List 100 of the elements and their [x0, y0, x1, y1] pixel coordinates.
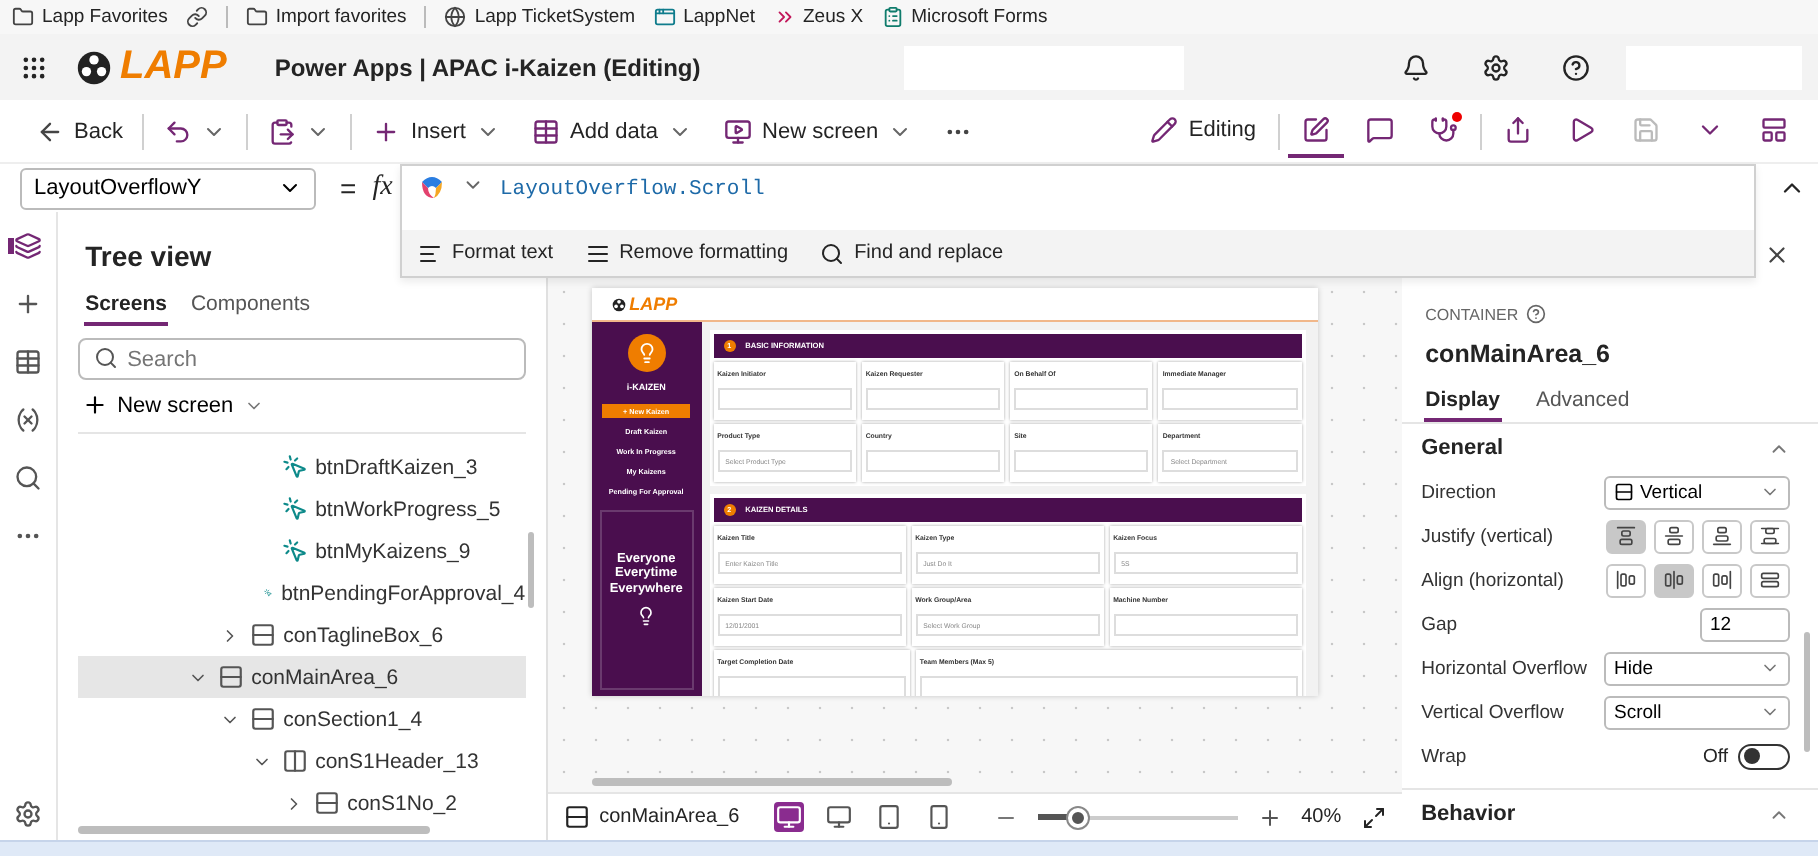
share-icon — [1504, 115, 1532, 143]
lapp-logo: LAPP — [611, 294, 678, 314]
tree-item[interactable]: conMainArea_6 — [77, 656, 526, 698]
tree-item[interactable]: conS1Header_13 — [77, 740, 526, 782]
bookmark[interactable]: Lapp Favorites — [12, 6, 168, 28]
bookmark[interactable]: Zeus X — [773, 6, 864, 28]
bookmark[interactable] — [185, 6, 208, 28]
monitor-button[interactable] — [823, 802, 854, 832]
lightbulb-icon — [636, 606, 657, 627]
zoom-level: 40% — [1301, 806, 1342, 828]
dropdown[interactable]: Scroll — [1604, 695, 1790, 729]
logo-mark-icon — [611, 297, 626, 311]
zoom-in-icon[interactable] — [1257, 805, 1282, 829]
dropdown[interactable]: Hide — [1604, 651, 1790, 685]
container-icon — [249, 622, 276, 648]
bookmark[interactable]: Lapp TicketSystem — [424, 6, 636, 28]
close-button[interactable] — [1764, 242, 1790, 268]
formula-action[interactable]: Remove formatting — [581, 237, 793, 269]
align-option[interactable] — [1606, 519, 1646, 553]
new-screen-button[interactable]: New screen — [77, 388, 526, 422]
scrollbar[interactable] — [527, 532, 534, 608]
tablet-button[interactable] — [873, 802, 904, 832]
command-button[interactable]: Back — [24, 111, 135, 151]
tree-item[interactable]: btnDraftKaizen_3 — [77, 446, 526, 488]
input-field[interactable] — [1162, 388, 1298, 410]
note-icon — [1302, 115, 1330, 143]
scrollbar[interactable] — [591, 778, 952, 786]
gap-input[interactable]: 12 — [1700, 607, 1790, 641]
layers-button[interactable] — [13, 232, 42, 260]
property-dropdown[interactable]: LayoutOverflowY — [20, 167, 316, 209]
settings-button[interactable] — [13, 800, 42, 828]
input-field[interactable] — [1113, 614, 1298, 636]
input-field[interactable] — [717, 388, 852, 410]
align-option[interactable] — [1654, 563, 1694, 597]
copilot-icon[interactable] — [418, 174, 446, 202]
table-icon — [13, 348, 42, 376]
alignment-icon — [1760, 570, 1780, 590]
tab[interactable]: Components — [188, 286, 313, 326]
editing-button[interactable]: Editing — [1136, 105, 1270, 157]
tree-item[interactable]: btnWorkProgress_5 — [77, 488, 526, 530]
section-header[interactable]: Behavior — [1401, 790, 1818, 838]
property-label: Direction — [1421, 481, 1497, 503]
search-field[interactable]: Search — [77, 338, 526, 380]
search-button[interactable] — [13, 464, 42, 492]
input-field[interactable] — [1014, 388, 1149, 410]
align-option[interactable] — [1606, 563, 1646, 597]
input-field[interactable] — [865, 450, 1001, 472]
command-button[interactable]: Add data — [519, 111, 705, 151]
align-option[interactable] — [1654, 519, 1694, 553]
container-icon — [249, 706, 276, 732]
alignment-icon — [1664, 570, 1684, 590]
plus-button[interactable] — [13, 290, 42, 318]
input-field[interactable] — [865, 388, 1001, 410]
tab[interactable]: Display — [1423, 382, 1502, 422]
equals-sign: = — [340, 172, 357, 204]
align-option[interactable] — [1750, 563, 1790, 597]
formula-action[interactable]: Find and replace — [816, 237, 1008, 269]
dropdown[interactable]: Vertical — [1604, 475, 1790, 509]
help-icon[interactable] — [1562, 53, 1591, 81]
bookmark[interactable]: Import favorites — [225, 6, 407, 28]
bell-icon[interactable] — [1402, 53, 1431, 81]
align-option[interactable] — [1702, 519, 1742, 553]
formula-editor[interactable]: LayoutOverflow.Scroll Format text Remove formatting Find and replace — [400, 164, 1756, 278]
tree-item[interactable]: conS1No_2 — [77, 782, 526, 822]
monitor-icon — [775, 804, 802, 830]
lines-icon — [585, 241, 610, 265]
settings-icon[interactable] — [1482, 53, 1511, 81]
command-button[interactable]: New screen — [712, 111, 925, 151]
tree-item[interactable]: btnMyKaizens_9 — [77, 530, 526, 572]
tree-item[interactable]: conTaglineBox_6 — [77, 614, 526, 656]
scrollbar[interactable] — [1804, 632, 1810, 752]
expand-icon[interactable] — [1361, 805, 1386, 829]
comment-icon — [1366, 115, 1394, 143]
tree-item[interactable]: conSection1_4 — [77, 698, 526, 740]
format-text-icon — [418, 241, 442, 265]
tree-item[interactable]: btnPendingForApproval_4 — [77, 572, 526, 614]
align-option[interactable] — [1702, 563, 1742, 597]
control-type: CONTAINER — [1425, 305, 1519, 323]
toggle-switch[interactable] — [1738, 743, 1790, 769]
arrow-left-icon — [36, 117, 64, 145]
undo-icon — [164, 117, 193, 145]
monitor-button[interactable] — [773, 802, 804, 832]
bookmark[interactable]: LappNet — [653, 6, 755, 28]
formula-action[interactable]: Format text — [414, 237, 558, 269]
tab[interactable]: Screens — [83, 286, 169, 326]
input-field[interactable] — [717, 676, 906, 696]
fx-label: fx — [372, 172, 393, 204]
command-button[interactable]: Insert — [360, 111, 512, 151]
input-field[interactable] — [919, 676, 1298, 696]
variable-button[interactable] — [13, 406, 42, 434]
input-field[interactable] — [1014, 450, 1149, 472]
table-button[interactable] — [13, 348, 42, 376]
bookmark[interactable]: Microsoft Forms — [881, 6, 1048, 28]
align-option[interactable] — [1750, 519, 1790, 553]
tab[interactable]: Advanced — [1533, 382, 1632, 422]
plus-icon — [13, 290, 42, 318]
settings-icon — [13, 800, 42, 828]
section-header[interactable]: General — [1401, 424, 1818, 472]
scrollbar[interactable] — [77, 826, 430, 834]
app-launcher-icon[interactable] — [20, 53, 48, 81]
